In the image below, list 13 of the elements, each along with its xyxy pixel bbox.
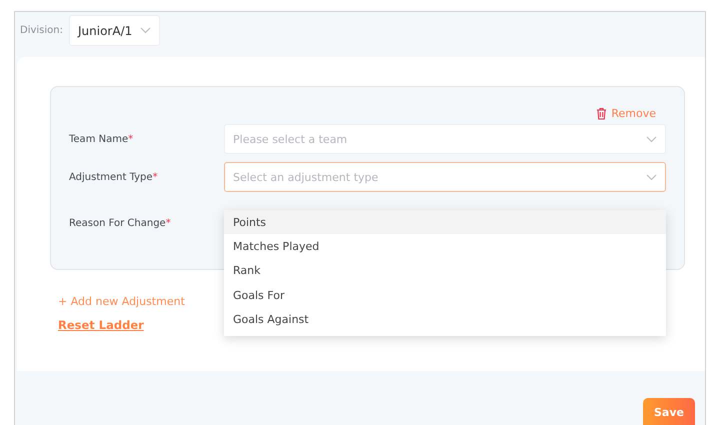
field-label: Team Name* (69, 134, 134, 144)
dropdown-option[interactable]: Goals For (224, 283, 666, 308)
chevron-icon (140, 27, 152, 34)
dropdown-option[interactable]: Points (224, 210, 666, 234)
chevron-icon (646, 174, 657, 180)
dropdown-option[interactable]: Goals Against (224, 308, 666, 332)
field-label: Adjustment Type* (69, 172, 159, 182)
dropdown-option[interactable]: Rank (224, 258, 666, 284)
division-label: Division: (20, 25, 63, 36)
division-select[interactable]: JuniorA/1 (69, 15, 160, 46)
dropdown-option[interactable]: Matches Played (224, 234, 666, 259)
trash-icon (596, 107, 608, 120)
chevron-icon (646, 136, 657, 142)
